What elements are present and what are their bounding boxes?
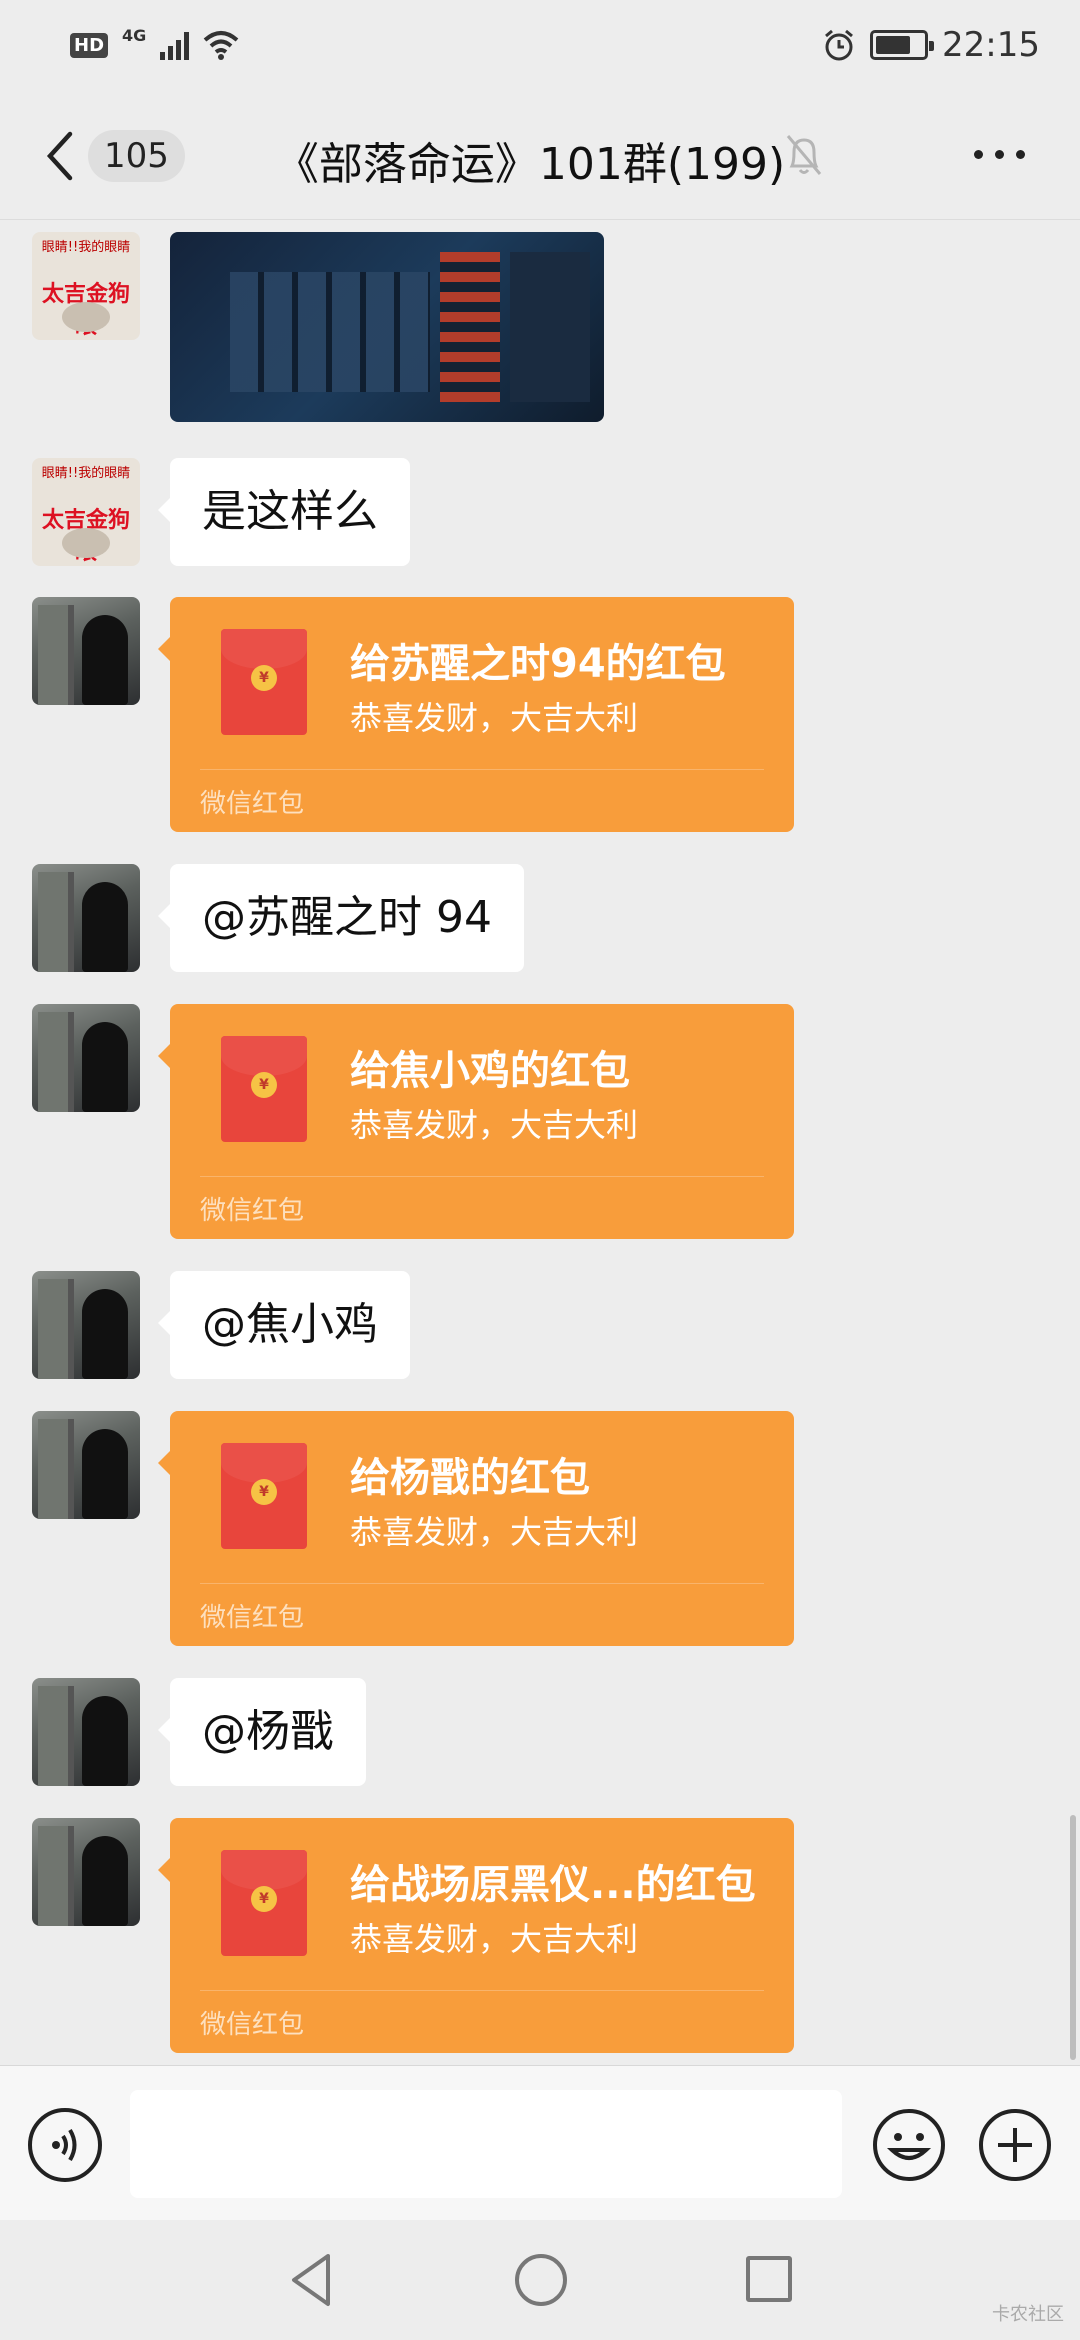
red-envelope-icon: ¥ [221, 1850, 307, 1956]
avatar[interactable]: 眼睛!!我的眼睛 太吉金狗眼 [32, 458, 140, 566]
message-list[interactable]: 眼睛!!我的眼睛 太吉金狗眼 眼睛!!我的眼睛 太吉金狗眼 是这样么 ¥ 给苏醒… [0, 220, 1080, 2065]
red-packet-subtitle: 恭喜发财，大吉大利 [350, 1106, 639, 1144]
red-packet-title: 给焦小鸡的红包 [350, 1048, 630, 1094]
message-item: 眼睛!!我的眼睛 太吉金狗眼 是这样么 [32, 458, 1032, 566]
message-item: @焦小鸡 [32, 1271, 1032, 1379]
status-left: HD 4G [70, 26, 239, 60]
red-packet-footer: 微信红包 [200, 1196, 305, 1226]
voice-icon[interactable] [28, 2108, 102, 2182]
message-item: ¥ 给战场原黑仪...的红包 恭喜发财，大吉大利 微信红包 [32, 1818, 1032, 2053]
red-envelope-icon: ¥ [221, 629, 307, 735]
status-bar: HD 4G 22:15 [0, 0, 1080, 90]
emoji-icon[interactable] [872, 2108, 946, 2182]
avatar[interactable] [32, 864, 140, 972]
network-type: 4G [122, 25, 147, 45]
status-time: 22:15 [942, 25, 1040, 65]
red-packet-title: 给杨戬的红包 [350, 1455, 590, 1501]
red-packet-card[interactable]: ¥ 给苏醒之时94的红包 恭喜发财，大吉大利 微信红包 [158, 597, 794, 832]
avatar[interactable] [32, 1411, 140, 1519]
red-packet-subtitle: 恭喜发财，大吉大利 [350, 1920, 639, 1958]
red-packet-card[interactable]: ¥ 给焦小鸡的红包 恭喜发财，大吉大利 微信红包 [158, 1004, 794, 1239]
avatar[interactable] [32, 597, 140, 705]
divider [200, 1583, 764, 1584]
red-packet-title: 给战场原黑仪...的红包 [350, 1862, 756, 1908]
message-item: ¥ 给焦小鸡的红包 恭喜发财，大吉大利 微信红包 [32, 1004, 1032, 1239]
hd-badge: HD [70, 32, 109, 58]
nav-back-icon[interactable] [288, 2252, 334, 2308]
wifi-icon [203, 31, 239, 60]
input-bar [0, 2065, 1080, 2220]
nav-recent-icon[interactable] [746, 2256, 792, 2302]
message-item: ¥ 给杨戬的红包 恭喜发财，大吉大利 微信红包 [32, 1411, 1032, 1646]
divider [200, 1990, 764, 1991]
avatar[interactable] [32, 1678, 140, 1786]
red-packet-title: 给苏醒之时94的红包 [350, 641, 726, 687]
text-bubble[interactable]: @焦小鸡 [158, 1271, 410, 1379]
red-packet-footer: 微信红包 [200, 789, 305, 819]
avatar-caption-top: 眼睛!!我的眼睛 [41, 240, 131, 255]
mute-bell-icon [786, 135, 822, 175]
text-bubble[interactable]: @杨戬 [158, 1678, 366, 1786]
message-item: 眼睛!!我的眼睛 太吉金狗眼 [32, 232, 1032, 422]
avatar-caption-top: 眼睛!!我的眼睛 [41, 466, 131, 481]
message-item: ¥ 给苏醒之时94的红包 恭喜发财，大吉大利 微信红包 [32, 597, 1032, 832]
red-packet-card[interactable]: ¥ 给战场原黑仪...的红包 恭喜发财，大吉大利 微信红包 [158, 1818, 794, 2053]
alarm-icon [825, 29, 853, 61]
divider [200, 769, 764, 770]
red-envelope-icon: ¥ [221, 1443, 307, 1549]
more-icon[interactable] [974, 150, 1034, 166]
status-right: 22:15 [822, 25, 1040, 65]
avatar[interactable]: 眼睛!!我的眼睛 太吉金狗眼 [32, 232, 140, 340]
plus-icon[interactable] [978, 2108, 1052, 2182]
text-bubble[interactable]: 是这样么 [158, 458, 410, 566]
red-packet-subtitle: 恭喜发财，大吉大利 [350, 1513, 639, 1551]
scrollbar[interactable] [1070, 1815, 1076, 2060]
red-packet-subtitle: 恭喜发财，大吉大利 [350, 699, 639, 737]
watermark: 卡农社区 [992, 2304, 1064, 2325]
chat-title: 《部落命运》101群(199) [274, 139, 786, 190]
signal-icon [160, 30, 190, 60]
avatar[interactable] [32, 1004, 140, 1112]
avatar[interactable] [32, 1818, 140, 1926]
avatar[interactable] [32, 1271, 140, 1379]
image-message[interactable] [170, 232, 604, 422]
system-nav-bar: 卡农社区 [0, 2220, 1080, 2340]
red-packet-footer: 微信红包 [200, 1603, 305, 1633]
chat-header: 105 《部落命运》101群(199) [0, 90, 1080, 220]
battery-icon [870, 30, 935, 60]
message-item: @杨戬 [32, 1678, 1032, 1786]
red-packet-footer: 微信红包 [200, 2010, 305, 2040]
message-item: @苏醒之时 94 [32, 864, 1032, 972]
divider [200, 1176, 764, 1177]
message-input[interactable] [130, 2090, 842, 2198]
red-packet-card[interactable]: ¥ 给杨戬的红包 恭喜发财，大吉大利 微信红包 [158, 1411, 794, 1646]
nav-home-icon[interactable] [515, 2254, 567, 2306]
red-envelope-icon: ¥ [221, 1036, 307, 1142]
text-bubble[interactable]: @苏醒之时 94 [158, 864, 524, 972]
